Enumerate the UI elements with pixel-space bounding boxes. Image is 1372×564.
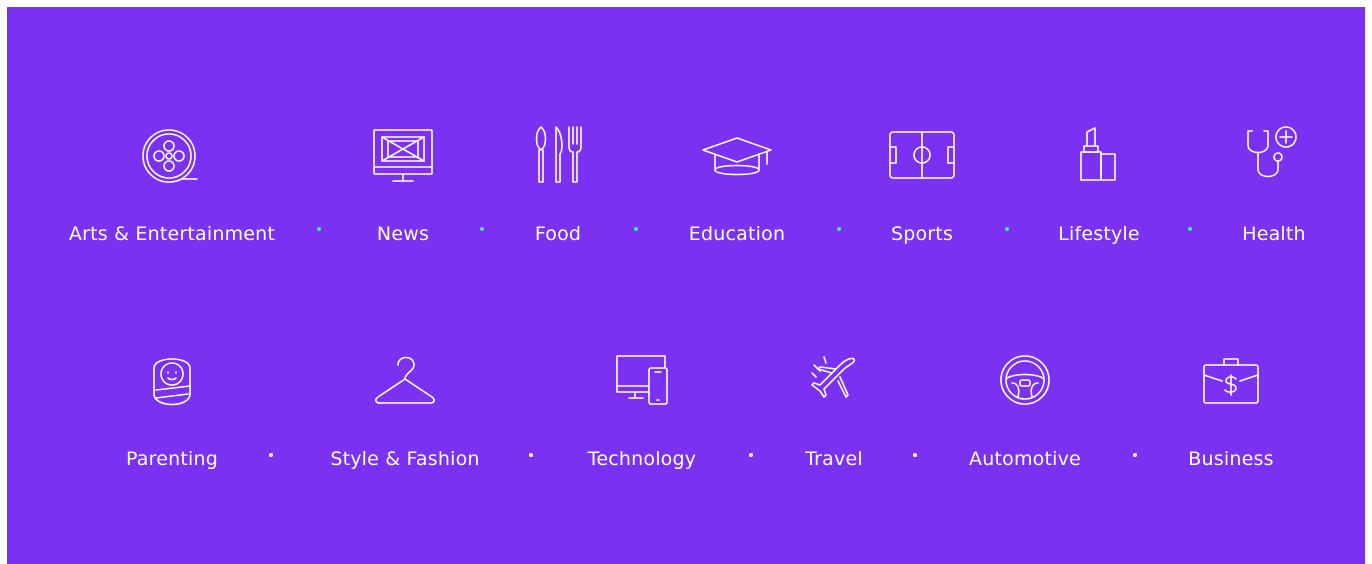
briefcase-icon [1111, 347, 1351, 413]
hanger-icon [285, 347, 525, 413]
category-label: Automotive [969, 448, 1081, 470]
category-label: Style & Fashion [330, 448, 480, 470]
category-label: Health [1242, 223, 1306, 245]
categories-panel: Arts & Entertainment News Food Education… [7, 7, 1365, 564]
film-reel-icon [52, 122, 292, 188]
baby-icon [52, 347, 292, 413]
category-label: Business [1188, 448, 1274, 470]
category-label: Parenting [125, 448, 218, 470]
steering-wheel-icon [905, 347, 1145, 413]
stethoscope-icon [1154, 122, 1372, 188]
category-label: Arts & Entertainment [68, 223, 276, 245]
separator-dot [269, 453, 273, 457]
